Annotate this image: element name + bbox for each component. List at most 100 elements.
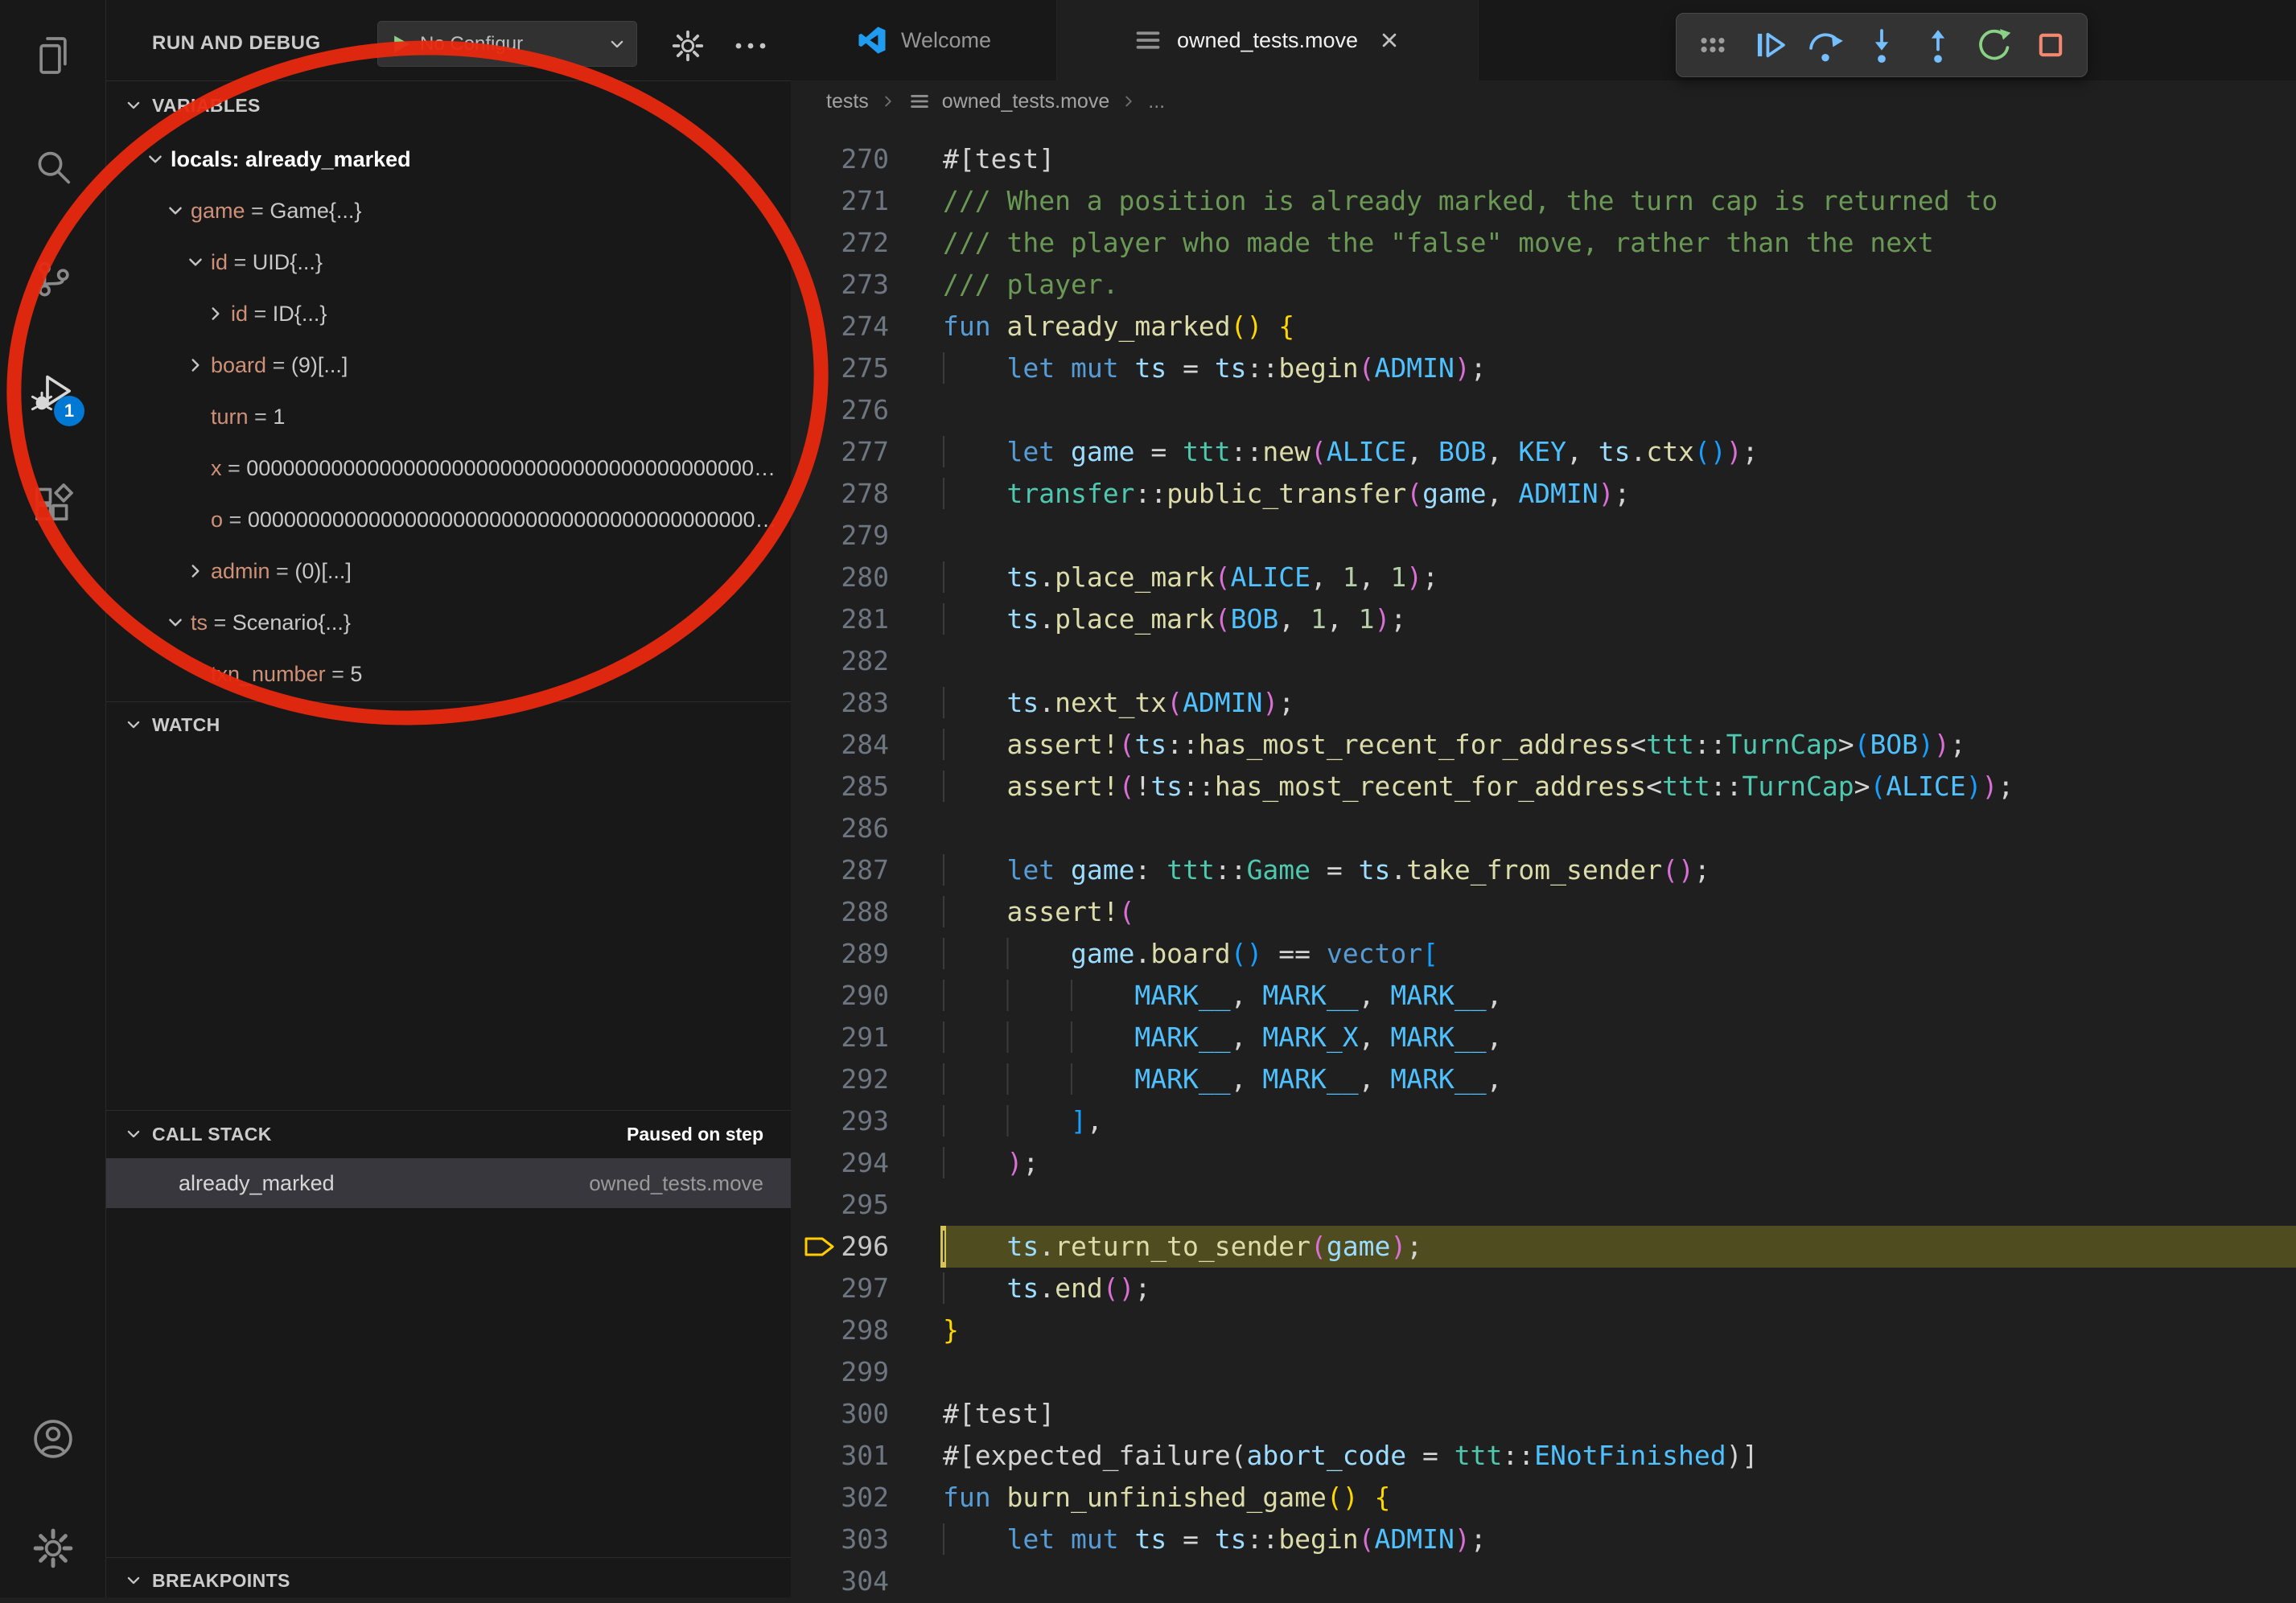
- line-number[interactable]: 282: [791, 640, 889, 682]
- step-over-button[interactable]: [1805, 25, 1845, 65]
- call-stack-section-header[interactable]: CALL STACK Paused on step: [106, 1110, 791, 1157]
- line-number[interactable]: 295: [791, 1184, 889, 1226]
- line-number[interactable]: 274: [791, 306, 889, 347]
- twisty-down-icon[interactable]: [163, 199, 191, 223]
- line-number[interactable]: 276: [791, 389, 889, 431]
- restart-button[interactable]: [1974, 25, 2014, 65]
- code-line-300[interactable]: 300#[test]: [791, 1393, 2296, 1435]
- code-line-278[interactable]: 278 transfer::public_transfer(game, ADMI…: [791, 473, 2296, 515]
- code-line-302[interactable]: 302fun burn_unfinished_game() {: [791, 1477, 2296, 1519]
- breadcrumb-item-more[interactable]: ...: [1148, 90, 1165, 113]
- line-number[interactable]: 287: [791, 849, 889, 891]
- line-number[interactable]: 271: [791, 180, 889, 222]
- code-line-279[interactable]: 279: [791, 515, 2296, 557]
- line-number[interactable]: 298: [791, 1309, 889, 1351]
- line-number[interactable]: 275: [791, 347, 889, 389]
- watch-section-header[interactable]: WATCH: [106, 701, 791, 747]
- launch-settings-gear-icon[interactable]: [669, 27, 706, 64]
- code-line-289[interactable]: 289 game.board() == vector[: [791, 933, 2296, 975]
- call-stack-frame-row[interactable]: already_marked owned_tests.move: [106, 1158, 791, 1208]
- continue-button[interactable]: [1749, 25, 1789, 65]
- twisty-right-icon[interactable]: [204, 302, 231, 326]
- line-number[interactable]: 286: [791, 808, 889, 849]
- line-number[interactable]: 283: [791, 682, 889, 724]
- line-number[interactable]: 280: [791, 557, 889, 598]
- code-line-275[interactable]: 275 let mut ts = ts::begin(ADMIN);: [791, 347, 2296, 389]
- search-icon[interactable]: [31, 146, 76, 191]
- extensions-icon[interactable]: [31, 481, 76, 526]
- code-line-273[interactable]: 273/// player.: [791, 264, 2296, 306]
- code-line-297[interactable]: 297 ts.end();: [791, 1268, 2296, 1309]
- code-line-294[interactable]: 294 );: [791, 1142, 2296, 1184]
- twisty-down-icon[interactable]: [183, 250, 211, 274]
- code-line-274[interactable]: 274fun already_marked() {: [791, 306, 2296, 347]
- debug-start-icon[interactable]: [386, 30, 415, 59]
- code-line-284[interactable]: 284 assert!(ts::has_most_recent_for_addr…: [791, 724, 2296, 766]
- breadcrumb-item-tests[interactable]: tests: [826, 90, 869, 113]
- code-line-288[interactable]: 288 assert!(: [791, 891, 2296, 933]
- variable-row-game[interactable]: game = Game{...}: [106, 185, 791, 236]
- variable-row-o[interactable]: o = 000000000000000000000000000000000000…: [106, 494, 791, 545]
- line-number[interactable]: 289: [791, 933, 889, 975]
- code-line-277[interactable]: 277 let game = ttt::new(ALICE, BOB, KEY,…: [791, 431, 2296, 473]
- line-number[interactable]: 300: [791, 1393, 889, 1435]
- breadcrumb-item-file[interactable]: owned_tests.move: [942, 90, 1109, 113]
- line-number[interactable]: 291: [791, 1017, 889, 1058]
- account-icon[interactable]: [31, 1416, 76, 1461]
- tab-owned-tests-move[interactable]: owned_tests.move: [1057, 0, 1479, 80]
- breakpoints-section-header[interactable]: BREAKPOINTS: [106, 1557, 791, 1603]
- gripper-icon[interactable]: [1693, 25, 1733, 65]
- code-line-281[interactable]: 281 ts.place_mark(BOB, 1, 1);: [791, 598, 2296, 640]
- line-number[interactable]: 294: [791, 1142, 889, 1184]
- code-editor[interactable]: 270#[test]271/// When a position is alre…: [791, 122, 2296, 1597]
- line-number[interactable]: 281: [791, 598, 889, 640]
- code-line-292[interactable]: 292 MARK__, MARK__, MARK__,: [791, 1058, 2296, 1100]
- code-line-304[interactable]: 304: [791, 1560, 2296, 1597]
- code-line-290[interactable]: 290 MARK__, MARK__, MARK__,: [791, 975, 2296, 1017]
- code-line-303[interactable]: 303 let mut ts = ts::begin(ADMIN);: [791, 1519, 2296, 1560]
- variable-row-locals-already_marked[interactable]: locals: already_marked: [106, 134, 791, 185]
- code-line-286[interactable]: 286: [791, 808, 2296, 849]
- line-number[interactable]: 278: [791, 473, 889, 515]
- twisty-right-icon[interactable]: [183, 353, 211, 377]
- variables-section-header[interactable]: VARIABLES: [106, 80, 791, 129]
- code-line-291[interactable]: 291 MARK__, MARK_X, MARK__,: [791, 1017, 2296, 1058]
- code-line-271[interactable]: 271/// When a position is already marked…: [791, 180, 2296, 222]
- code-line-272[interactable]: 272/// the player who made the "false" m…: [791, 222, 2296, 264]
- twisty-down-icon[interactable]: [143, 147, 171, 171]
- line-number[interactable]: 293: [791, 1100, 889, 1142]
- line-number[interactable]: 301: [791, 1435, 889, 1477]
- code-line-270[interactable]: 270#[test]: [791, 138, 2296, 180]
- line-number[interactable]: 272: [791, 222, 889, 264]
- line-number[interactable]: 273: [791, 264, 889, 306]
- line-number[interactable]: 302: [791, 1477, 889, 1519]
- code-line-293[interactable]: 293 ],: [791, 1100, 2296, 1142]
- code-line-287[interactable]: 287 let game: ttt::Game = ts.take_from_s…: [791, 849, 2296, 891]
- debug-config-dropdown[interactable]: No Configur: [377, 21, 637, 67]
- line-number[interactable]: 285: [791, 766, 889, 808]
- variable-row-x[interactable]: x = 000000000000000000000000000000000000…: [106, 442, 791, 494]
- more-actions-icon[interactable]: [732, 34, 769, 58]
- code-line-283[interactable]: 283 ts.next_tx(ADMIN);: [791, 682, 2296, 724]
- line-number[interactable]: 303: [791, 1519, 889, 1560]
- twisty-down-icon[interactable]: [163, 610, 191, 635]
- line-number[interactable]: 277: [791, 431, 889, 473]
- code-line-276[interactable]: 276: [791, 389, 2296, 431]
- code-line-299[interactable]: 299: [791, 1351, 2296, 1393]
- variable-row-ts[interactable]: ts = Scenario{...}: [106, 597, 791, 648]
- variable-row-board[interactable]: board = (9)[...]: [106, 339, 791, 391]
- line-number[interactable]: 304: [791, 1560, 889, 1597]
- variable-row-turn[interactable]: turn = 1: [106, 391, 791, 442]
- settings-gear-icon[interactable]: [31, 1526, 76, 1571]
- code-line-296[interactable]: 296 ts.return_to_sender(game);: [791, 1226, 2296, 1268]
- stop-button[interactable]: [2031, 25, 2071, 65]
- code-line-301[interactable]: 301#[expected_failure(abort_code = ttt::…: [791, 1435, 2296, 1477]
- line-number[interactable]: 288: [791, 891, 889, 933]
- code-line-295[interactable]: 295: [791, 1184, 2296, 1226]
- code-line-282[interactable]: 282: [791, 640, 2296, 682]
- variable-row-txn_number[interactable]: txn_number = 5: [106, 648, 791, 700]
- line-number[interactable]: 290: [791, 975, 889, 1017]
- line-number[interactable]: 299: [791, 1351, 889, 1393]
- line-number[interactable]: 284: [791, 724, 889, 766]
- line-number[interactable]: 296: [791, 1226, 889, 1268]
